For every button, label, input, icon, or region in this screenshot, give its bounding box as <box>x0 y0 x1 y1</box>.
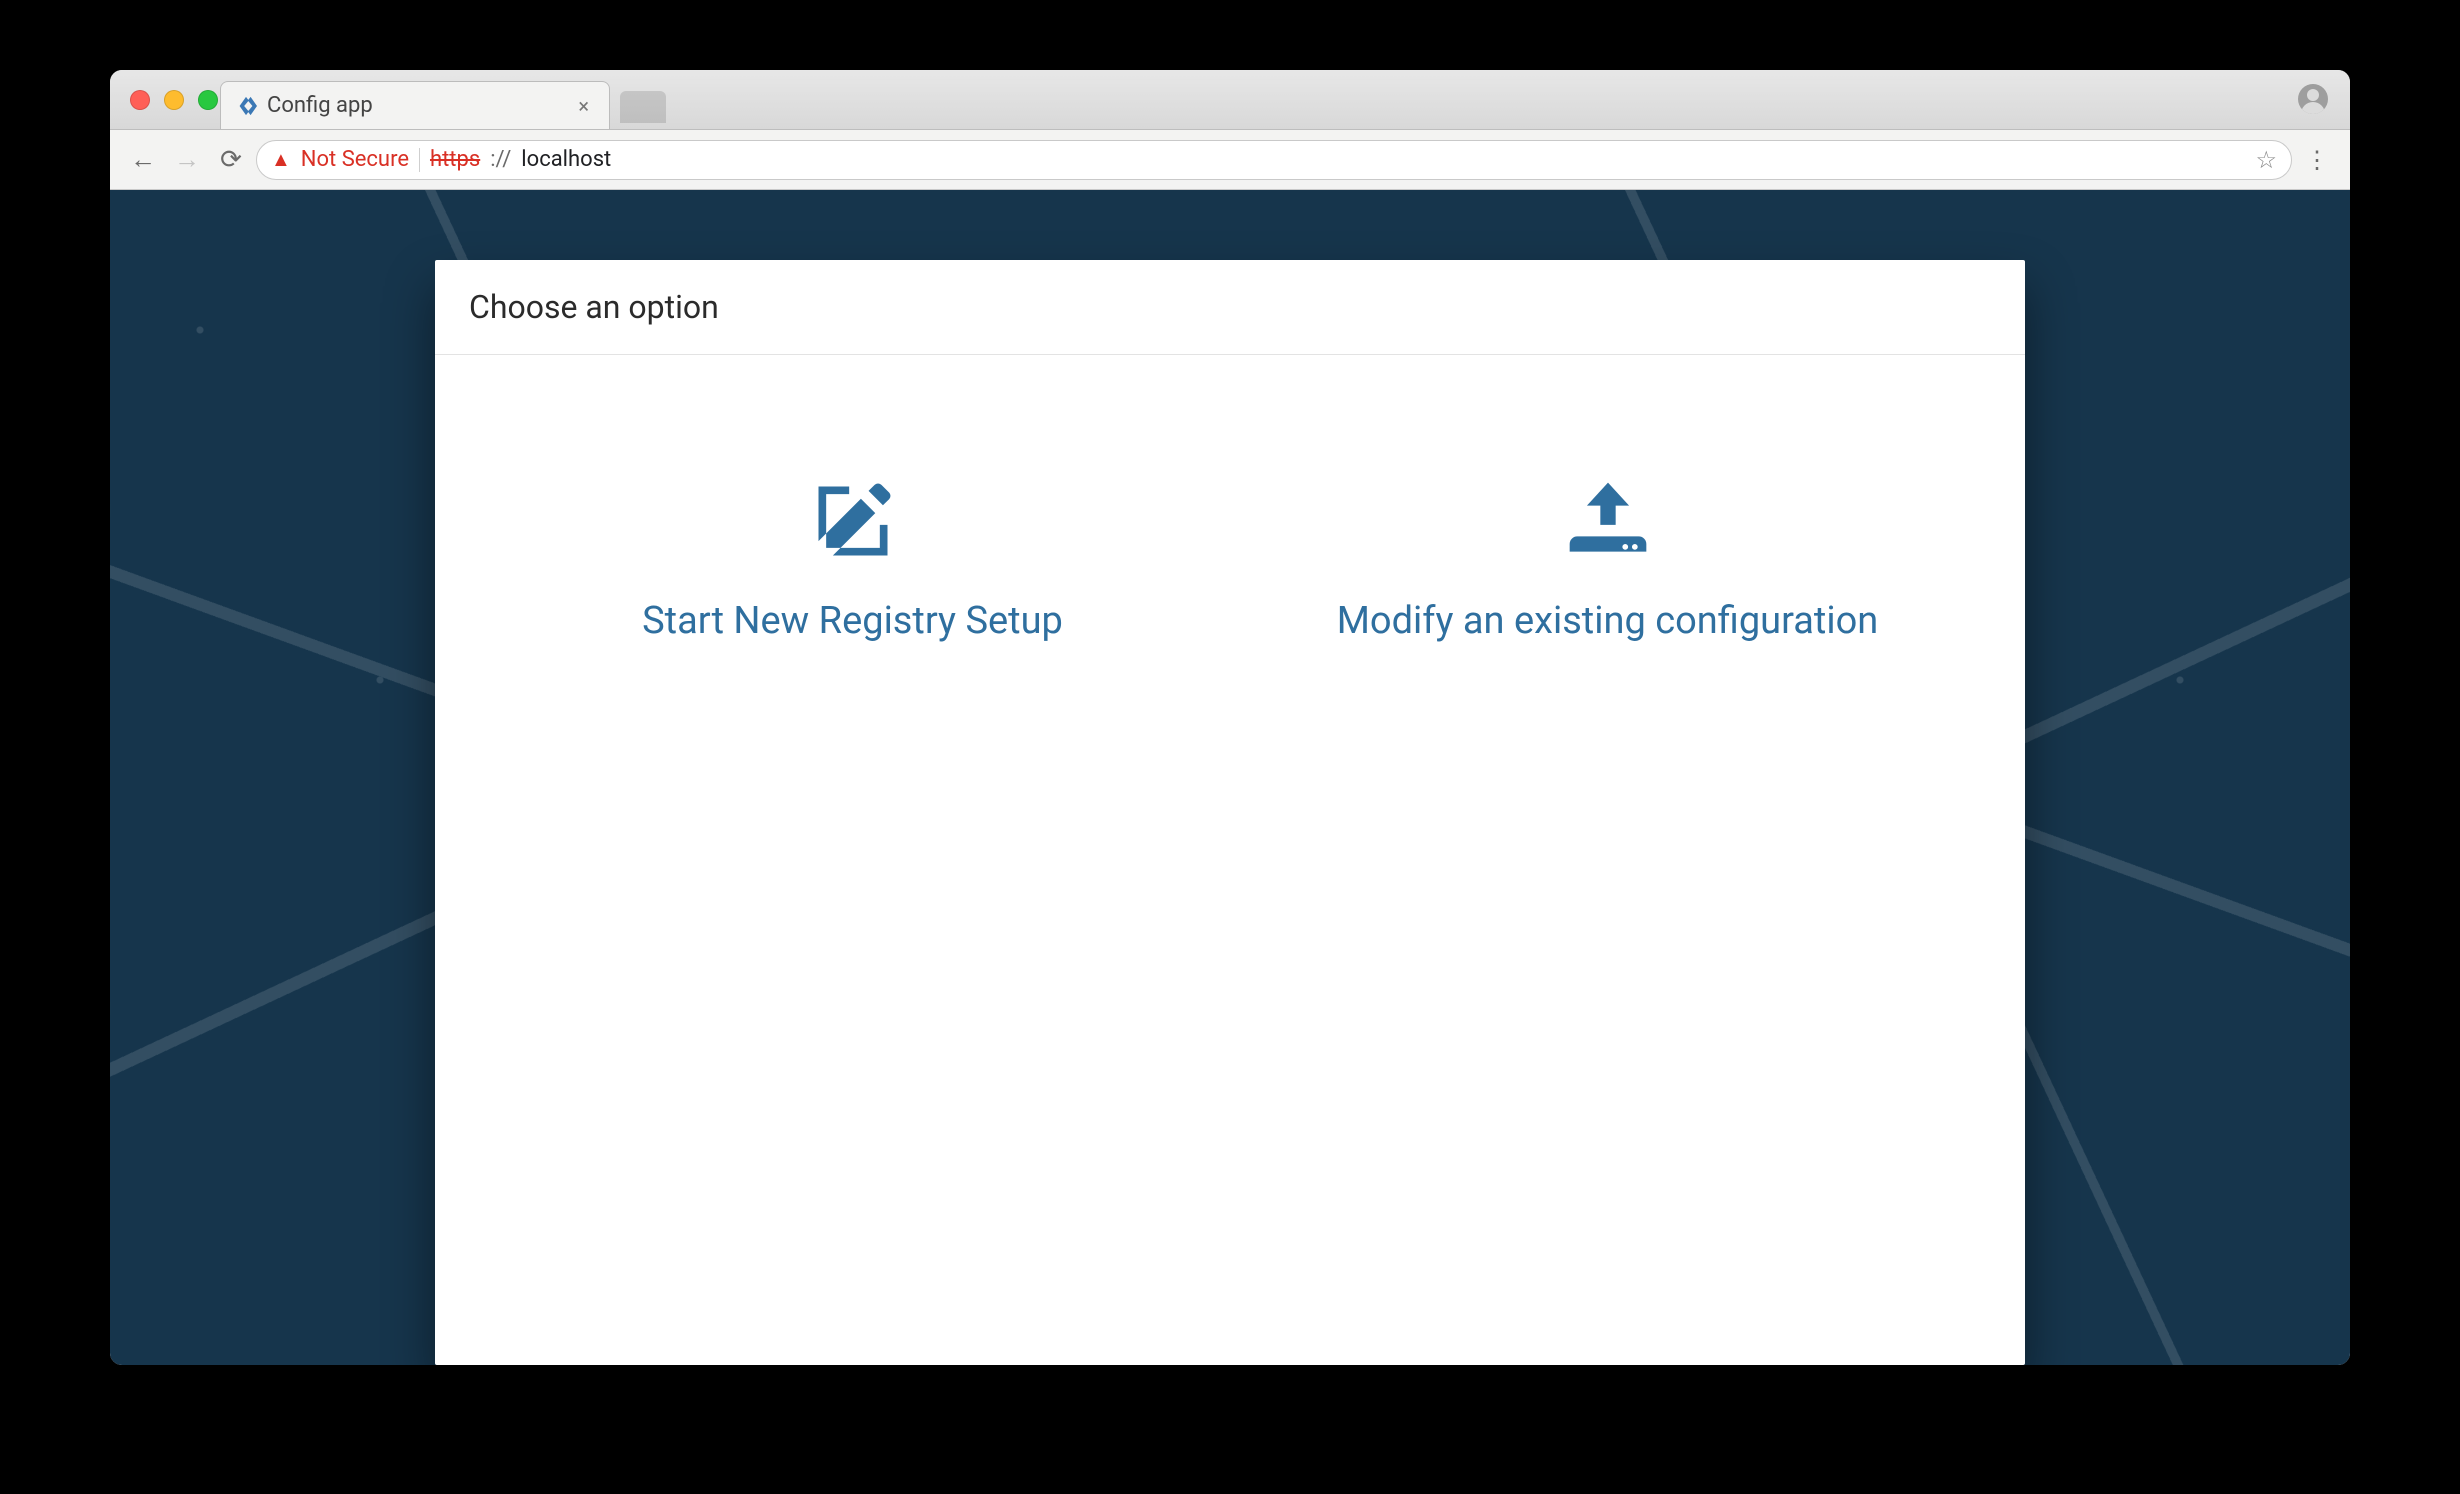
tab-title: Config app <box>267 93 373 118</box>
tab-favicon-icon <box>235 95 257 117</box>
window-zoom-button[interactable] <box>198 90 218 110</box>
window-controls <box>130 90 218 110</box>
choose-option-card: Choose an option Start New Registry Setu… <box>435 260 2025 1365</box>
address-bar[interactable]: ▲ Not Secure https :// localhost ☆ <box>256 140 2292 180</box>
screenshot-stage: Config app × ← → ⟳ ▲ Not Secure https :/… <box>0 0 2460 1494</box>
browser-toolbar: ← → ⟳ ▲ Not Secure https :// localhost ☆… <box>110 130 2350 190</box>
reload-button[interactable]: ⟳ <box>212 141 250 179</box>
bookmark-star-icon[interactable]: ☆ <box>2255 146 2277 174</box>
card-heading: Choose an option <box>435 260 2025 355</box>
new-tab-button[interactable] <box>620 91 666 123</box>
window-minimize-button[interactable] <box>164 90 184 110</box>
edit-square-icon <box>807 475 899 571</box>
option-modify-existing-config[interactable]: Modify an existing configuration <box>1230 475 1985 643</box>
tab-close-button[interactable]: × <box>572 94 595 118</box>
not-secure-icon: ▲ <box>271 147 291 172</box>
url-slashes: :// <box>490 147 511 172</box>
card-body: Start New Registry Setup Modify an exist… <box>435 355 2025 803</box>
browser-tab-active[interactable]: Config app × <box>220 81 610 129</box>
profile-avatar-icon[interactable] <box>2298 84 2328 114</box>
browser-titlebar: Config app × <box>110 70 2350 130</box>
option-start-new-registry[interactable]: Start New Registry Setup <box>475 475 1230 643</box>
url-protocol: https <box>430 147 480 172</box>
url-host: localhost <box>521 147 611 172</box>
address-separator <box>419 148 420 172</box>
browser-window: Config app × ← → ⟳ ▲ Not Secure https :/… <box>110 70 2350 1365</box>
option-label: Modify an existing configuration <box>1337 599 1879 643</box>
back-button[interactable]: ← <box>124 141 162 179</box>
option-label: Start New Registry Setup <box>642 599 1063 643</box>
upload-icon <box>1562 475 1654 571</box>
forward-button[interactable]: → <box>168 141 206 179</box>
page-viewport: Choose an option Start New Registry Setu… <box>110 190 2350 1365</box>
browser-menu-button[interactable]: ⋮ <box>2298 141 2336 179</box>
window-close-button[interactable] <box>130 90 150 110</box>
not-secure-label: Not Secure <box>301 147 409 172</box>
